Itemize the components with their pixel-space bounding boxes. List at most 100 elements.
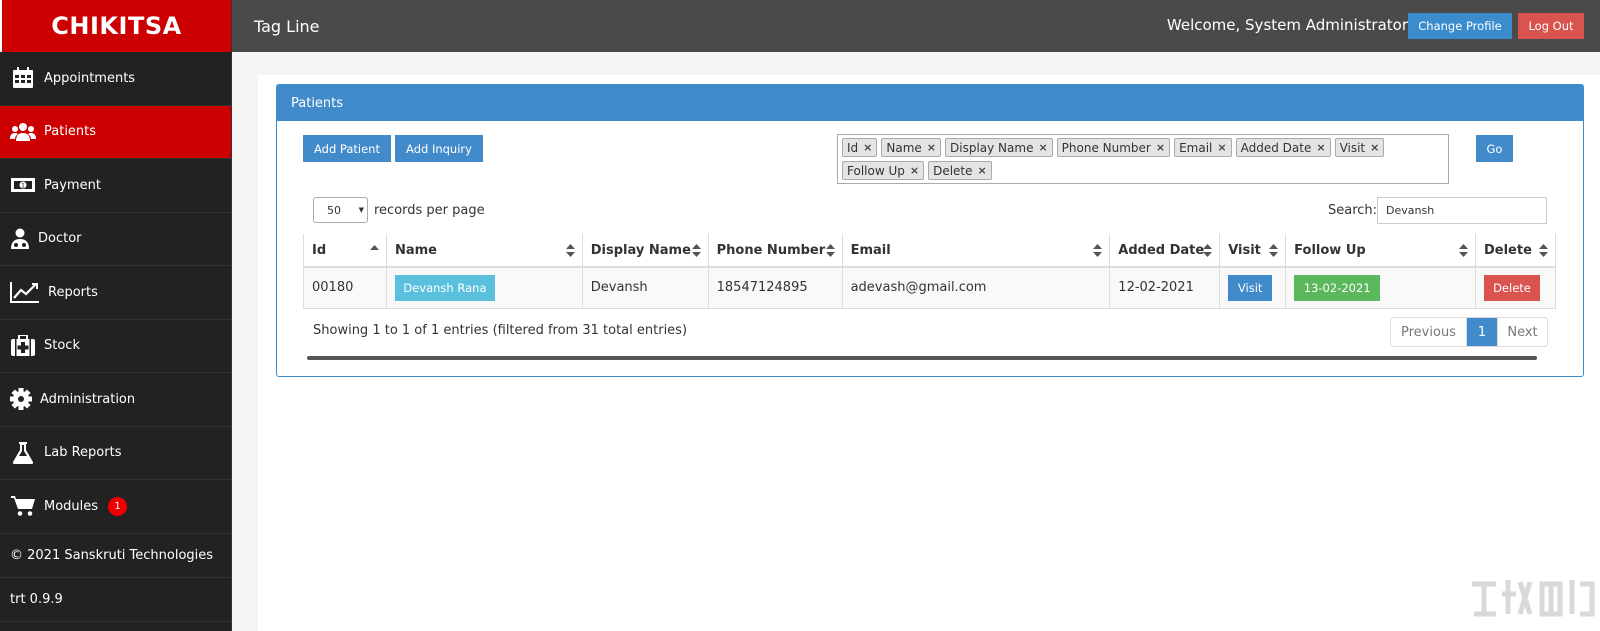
remove-tag-icon[interactable]: × bbox=[1217, 141, 1226, 154]
header-label: Follow Up bbox=[1294, 242, 1366, 258]
delete-button[interactable]: Delete bbox=[1483, 274, 1540, 301]
sidebar-item-lab-reports[interactable]: Lab Reports bbox=[0, 427, 231, 480]
column-tag-label: Email bbox=[1179, 140, 1213, 155]
add-inquiry-button[interactable]: Add Inquiry bbox=[395, 135, 483, 162]
header-label: Email bbox=[850, 242, 891, 258]
panel-title: Patients bbox=[277, 85, 1583, 121]
remove-tag-icon[interactable]: × bbox=[863, 141, 872, 154]
records-label: records per page bbox=[374, 202, 485, 218]
watermark-logo bbox=[1472, 580, 1595, 617]
column-tag: Email × bbox=[1174, 138, 1232, 157]
remove-tag-icon[interactable]: × bbox=[910, 164, 919, 177]
column-header-id[interactable]: Id bbox=[303, 234, 387, 268]
table-header-row: Id Name Display Name Phone Number Email … bbox=[303, 234, 1557, 268]
brand-logo[interactable]: CHIKITSA bbox=[0, 0, 231, 52]
table-row: 00180 Devansh Rana Devansh 18547124895 a… bbox=[303, 267, 1557, 309]
sidebar-item-label: Modules bbox=[44, 498, 99, 514]
column-header-delete[interactable]: Delete bbox=[1475, 234, 1557, 268]
sidebar-item-doctor[interactable]: Doctor bbox=[0, 213, 231, 266]
sort-asc-icon bbox=[369, 245, 379, 250]
sort-icon bbox=[825, 244, 835, 257]
cell-follow-up: 13-02-2021 bbox=[1285, 267, 1476, 309]
column-tag: Follow Up × bbox=[842, 161, 925, 180]
sidebar-item-patients[interactable]: Patients bbox=[0, 105, 231, 159]
column-tag-label: Display Name bbox=[950, 140, 1034, 155]
sort-icon bbox=[1458, 244, 1468, 257]
page-1-button[interactable]: 1 bbox=[1467, 318, 1497, 346]
horizontal-scrollbar[interactable] bbox=[307, 356, 1537, 360]
column-header-follow-up[interactable]: Follow Up bbox=[1285, 234, 1476, 268]
column-header-added-date[interactable]: Added Date bbox=[1109, 234, 1221, 268]
copyright-text: © 2021 Sanskruti Technologies bbox=[0, 534, 231, 578]
sidebar-item-stock[interactable]: Stock bbox=[0, 320, 231, 373]
go-button[interactable]: Go bbox=[1476, 135, 1513, 162]
cell-email: adevash@gmail.com bbox=[842, 267, 1111, 309]
change-profile-button[interactable]: Change Profile bbox=[1408, 13, 1512, 39]
sidebar: CHIKITSA Appointments Patients 1 Payment… bbox=[0, 0, 232, 631]
remove-tag-icon[interactable]: × bbox=[1156, 141, 1165, 154]
column-header-email[interactable]: Email bbox=[842, 234, 1111, 268]
previous-page-button[interactable]: Previous bbox=[1391, 318, 1467, 346]
doctor-icon bbox=[10, 228, 30, 250]
cell-visit: Visit bbox=[1219, 267, 1287, 309]
logout-button[interactable]: Log Out bbox=[1518, 13, 1584, 39]
sidebar-item-label: Patients bbox=[44, 124, 97, 140]
medkit-icon bbox=[10, 334, 36, 357]
cell-id: 00180 bbox=[303, 267, 387, 309]
sidebar-item-reports[interactable]: Reports bbox=[0, 266, 231, 320]
remove-tag-icon[interactable]: × bbox=[978, 164, 987, 177]
patients-table: Id Name Display Name Phone Number Email … bbox=[303, 234, 1557, 309]
column-tag: Display Name × bbox=[945, 138, 1053, 157]
welcome-text: Welcome, System Administrator bbox=[1166, 16, 1408, 34]
remove-tag-icon[interactable]: × bbox=[927, 141, 936, 154]
users-icon bbox=[10, 121, 36, 143]
column-tag-label: Name bbox=[886, 140, 922, 155]
header-label: Name bbox=[394, 242, 437, 258]
column-header-visit[interactable]: Visit bbox=[1219, 234, 1287, 268]
remove-tag-icon[interactable]: × bbox=[1038, 141, 1047, 154]
remove-tag-icon[interactable]: × bbox=[1370, 141, 1379, 154]
column-header-phone[interactable]: Phone Number bbox=[708, 234, 843, 268]
sort-icon bbox=[1539, 244, 1548, 257]
column-header-name[interactable]: Name bbox=[386, 234, 583, 268]
version-text: trt 0.9.9 bbox=[0, 578, 231, 622]
sidebar-item-payment[interactable]: 1 Payment bbox=[0, 159, 231, 213]
patient-name-button[interactable]: Devansh Rana bbox=[394, 274, 495, 301]
svg-text:1: 1 bbox=[21, 183, 25, 190]
next-page-button[interactable]: Next bbox=[1497, 318, 1547, 346]
sort-icon bbox=[565, 244, 575, 257]
cell-name: Devansh Rana bbox=[386, 267, 583, 309]
search-input[interactable] bbox=[1377, 197, 1547, 224]
flask-icon bbox=[10, 441, 36, 464]
column-select[interactable]: Id × Name × Display Name × Phone Number × Em… bbox=[837, 134, 1449, 184]
cell-added-date: 12-02-2021 bbox=[1109, 267, 1221, 309]
header-label: Delete bbox=[1483, 242, 1532, 258]
showing-entries-text: Showing 1 to 1 of 1 entries (filtered fr… bbox=[313, 323, 688, 338]
sort-icon bbox=[1269, 244, 1279, 257]
sidebar-item-label: Doctor bbox=[38, 231, 82, 247]
sort-icon bbox=[691, 244, 701, 257]
add-patient-button[interactable]: Add Patient bbox=[303, 135, 391, 162]
records-value: 50 bbox=[327, 203, 341, 217]
sidebar-item-administration[interactable]: Administration bbox=[0, 373, 231, 427]
calendar-icon bbox=[10, 67, 36, 89]
dropdown-arrow-icon: ▼ bbox=[358, 206, 364, 214]
follow-up-button[interactable]: 13-02-2021 bbox=[1294, 274, 1381, 301]
header-label: Id bbox=[312, 242, 327, 258]
sidebar-item-label: Lab Reports bbox=[44, 445, 122, 461]
column-tag: Visit × bbox=[1334, 138, 1385, 157]
sort-icon bbox=[1203, 244, 1213, 257]
column-tag-label: Visit bbox=[1339, 140, 1366, 155]
sidebar-item-label: Payment bbox=[44, 177, 101, 193]
remove-tag-icon[interactable]: × bbox=[1316, 141, 1325, 154]
records-per-page-select[interactable]: 50 ▼ bbox=[313, 197, 368, 223]
cell-phone: 18547124895 bbox=[708, 267, 843, 309]
column-tag-label: Added Date bbox=[1240, 140, 1312, 155]
sort-icon bbox=[1093, 244, 1103, 257]
search-label: Search: bbox=[1328, 203, 1378, 218]
column-header-display-name[interactable]: Display Name bbox=[582, 234, 709, 268]
sidebar-item-appointments[interactable]: Appointments bbox=[0, 52, 231, 106]
visit-button[interactable]: Visit bbox=[1228, 274, 1273, 301]
sidebar-item-modules[interactable]: Modules 1 bbox=[0, 480, 231, 534]
pagination: Previous 1 Next bbox=[1390, 317, 1548, 347]
